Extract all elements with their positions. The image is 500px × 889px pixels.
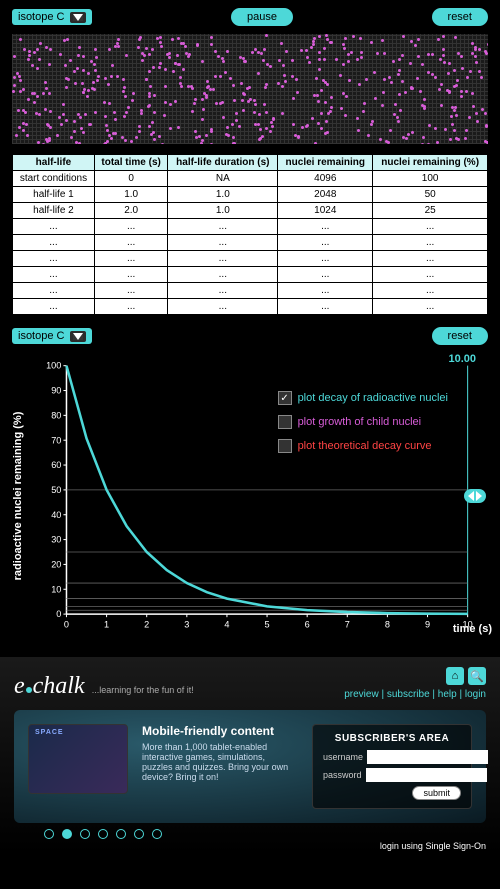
password-field[interactable] bbox=[366, 768, 487, 782]
legend-label: plot theoretical decay curve bbox=[298, 440, 432, 452]
table-row: ............... bbox=[13, 251, 488, 267]
svg-text:4: 4 bbox=[224, 619, 229, 629]
chart-toolbar: isotope C reset bbox=[12, 327, 488, 345]
checkbox-icon: ✓ bbox=[278, 391, 292, 405]
checkbox-icon bbox=[278, 439, 292, 453]
svg-text:90: 90 bbox=[51, 386, 61, 396]
svg-text:10: 10 bbox=[51, 584, 61, 594]
nav-subscribe[interactable]: subscribe bbox=[387, 689, 430, 700]
svg-text:0: 0 bbox=[56, 609, 61, 619]
pager-dot[interactable] bbox=[44, 829, 54, 839]
pager-dot[interactable] bbox=[116, 829, 126, 839]
arrow-left-icon bbox=[468, 491, 474, 501]
svg-text:2: 2 bbox=[144, 619, 149, 629]
table-row: ............... bbox=[13, 299, 488, 315]
svg-text:5: 5 bbox=[265, 619, 270, 629]
time-indicator: 10.00 bbox=[448, 353, 476, 365]
svg-text:0: 0 bbox=[64, 619, 69, 629]
promo-pager bbox=[44, 829, 486, 839]
subscriber-title: SUBSCRIBER'S AREA bbox=[323, 733, 461, 744]
table-row: ............... bbox=[13, 219, 488, 235]
svg-text:3: 3 bbox=[184, 619, 189, 629]
isotope-select-top[interactable]: isotope C bbox=[12, 9, 92, 25]
promo-title: Mobile-friendly content bbox=[142, 724, 298, 738]
search-icon[interactable]: 🔍 bbox=[468, 667, 486, 685]
chevron-down-icon bbox=[70, 12, 86, 23]
pager-dot[interactable] bbox=[98, 829, 108, 839]
promo-image bbox=[28, 724, 128, 794]
legend-label: plot growth of child nuclei bbox=[298, 416, 422, 428]
promo-text: Mobile-friendly content More than 1,000 … bbox=[142, 724, 298, 809]
table-row: ............... bbox=[13, 267, 488, 283]
nuclei-grid-visualization bbox=[12, 34, 488, 144]
legend-item[interactable]: ✓ plot decay of radioactive nuclei bbox=[278, 391, 448, 405]
checkbox-icon bbox=[278, 415, 292, 429]
svg-text:8: 8 bbox=[385, 619, 390, 629]
nav-login[interactable]: login bbox=[465, 689, 486, 700]
chevron-down-icon bbox=[70, 331, 86, 342]
isotope-select-chart-label: isotope C bbox=[18, 330, 64, 342]
pager-dot[interactable] bbox=[134, 829, 144, 839]
table-header: half-life bbox=[13, 155, 95, 171]
pause-button[interactable]: pause bbox=[231, 8, 293, 26]
svg-text:60: 60 bbox=[51, 460, 61, 470]
brand-logo: echalk bbox=[14, 673, 85, 699]
reset-button-top[interactable]: reset bbox=[432, 8, 488, 26]
table-row: half-life 11.01.0204850 bbox=[13, 187, 488, 203]
pager-dot[interactable] bbox=[152, 829, 162, 839]
pager-dot[interactable] bbox=[62, 829, 72, 839]
table-row: half-life 22.01.0102425 bbox=[13, 203, 488, 219]
time-slider-handle[interactable] bbox=[464, 489, 486, 503]
isotope-select-label: isotope C bbox=[18, 11, 64, 23]
svg-text:50: 50 bbox=[51, 485, 61, 495]
footer-promo-panel: Mobile-friendly content More than 1,000 … bbox=[14, 710, 486, 823]
svg-text:9: 9 bbox=[425, 619, 430, 629]
x-axis-label: time (s) bbox=[453, 623, 492, 635]
table-row: ............... bbox=[13, 235, 488, 251]
table-row: start conditions0NA4096100 bbox=[13, 171, 488, 187]
footer-nav: ⌂ 🔍 preview | subscribe | help | login bbox=[344, 667, 486, 700]
legend-label: plot decay of radioactive nuclei bbox=[298, 392, 448, 404]
arrow-right-icon bbox=[476, 491, 482, 501]
home-icon[interactable]: ⌂ bbox=[446, 667, 464, 685]
decay-data-table: half-lifetotal time (s)half-life duratio… bbox=[12, 154, 488, 315]
password-label: password bbox=[323, 770, 362, 780]
legend-item[interactable]: plot growth of child nuclei bbox=[278, 415, 448, 429]
table-header: nuclei remaining (%) bbox=[373, 155, 488, 171]
isotope-select-chart[interactable]: isotope C bbox=[12, 328, 92, 344]
promo-body: More than 1,000 tablet-enabled interacti… bbox=[142, 742, 298, 782]
table-header: half-life duration (s) bbox=[168, 155, 278, 171]
submit-button[interactable]: submit bbox=[412, 786, 461, 800]
site-footer: echalk ...learning for the fun of it! ⌂ … bbox=[0, 657, 500, 853]
chart-legend: ✓ plot decay of radioactive nuclei plot gr… bbox=[278, 391, 448, 463]
table-row: ............... bbox=[13, 283, 488, 299]
subscriber-login-box: SUBSCRIBER'S AREA username password subm… bbox=[312, 724, 472, 809]
svg-text:6: 6 bbox=[305, 619, 310, 629]
svg-text:30: 30 bbox=[51, 535, 61, 545]
svg-text:80: 80 bbox=[51, 410, 61, 420]
y-axis-label: radioactive nuclei remaining (%) bbox=[12, 412, 24, 581]
table-header: total time (s) bbox=[94, 155, 168, 171]
svg-text:40: 40 bbox=[51, 510, 61, 520]
legend-item[interactable]: plot theoretical decay curve bbox=[278, 439, 448, 453]
table-header: nuclei remaining bbox=[278, 155, 373, 171]
svg-text:70: 70 bbox=[51, 435, 61, 445]
svg-text:1: 1 bbox=[104, 619, 109, 629]
nav-help[interactable]: help bbox=[438, 689, 457, 700]
decay-chart: radioactive nuclei remaining (%) 10.00 0… bbox=[40, 351, 488, 641]
username-field[interactable] bbox=[367, 750, 488, 764]
svg-text:20: 20 bbox=[51, 559, 61, 569]
username-label: username bbox=[323, 752, 363, 762]
top-toolbar: isotope C pause reset bbox=[12, 8, 488, 26]
svg-text:7: 7 bbox=[345, 619, 350, 629]
nav-preview[interactable]: preview bbox=[344, 689, 378, 700]
pager-dot[interactable] bbox=[80, 829, 90, 839]
sso-link[interactable]: Single Sign-On bbox=[425, 841, 486, 851]
reset-button-chart[interactable]: reset bbox=[432, 327, 488, 345]
svg-text:100: 100 bbox=[46, 361, 61, 371]
brand-tagline: ...learning for the fun of it! bbox=[92, 685, 194, 695]
sso-text: login using Single Sign-On bbox=[380, 841, 486, 851]
